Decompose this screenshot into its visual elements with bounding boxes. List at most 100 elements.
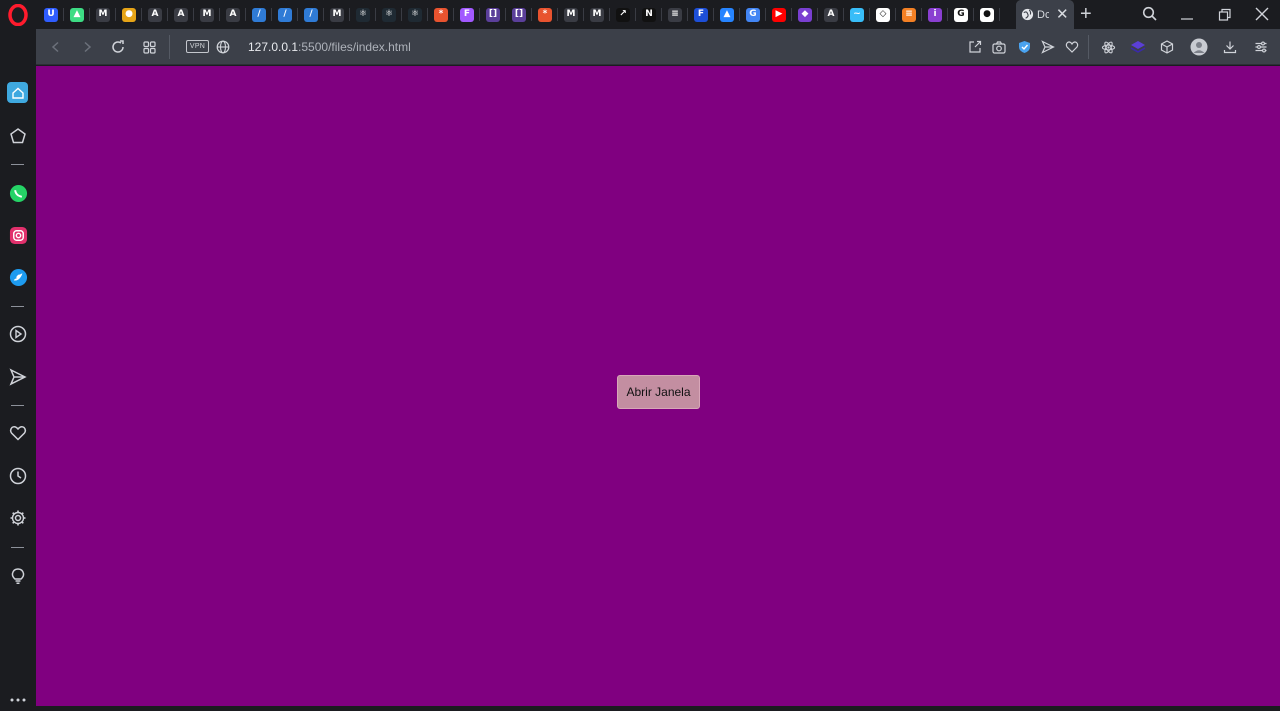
grid-icon — [142, 40, 156, 54]
share-button[interactable] — [966, 38, 984, 56]
react-icon: ⚛ — [356, 7, 370, 22]
globe-icon — [216, 40, 230, 54]
react-devtools-button[interactable] — [1099, 38, 1117, 56]
pinned-tab[interactable]: G — [948, 0, 974, 29]
twitter-button[interactable] — [7, 266, 29, 288]
sidebar-divider — [11, 164, 24, 165]
pinned-tab[interactable]: / — [298, 0, 324, 29]
pinned-tab[interactable]: ⚛ — [350, 0, 376, 29]
pinned-tab[interactable]: i — [922, 0, 948, 29]
heart-icon — [9, 426, 27, 441]
tab-grid-button[interactable] — [140, 38, 158, 56]
extensions-button[interactable] — [1158, 38, 1176, 56]
settings-button[interactable] — [7, 507, 29, 529]
pinned-tab[interactable]: * — [532, 0, 558, 29]
react-icon: ⚛ — [382, 7, 396, 22]
restore-icon[interactable] — [1218, 8, 1232, 22]
send-icon — [9, 368, 27, 386]
send-button[interactable] — [7, 366, 29, 388]
pinned-tab[interactable]: [] — [480, 0, 506, 29]
close-tab-icon[interactable]: ✕ — [1056, 7, 1069, 22]
whatsapp-button[interactable] — [7, 182, 29, 204]
pinned-tab[interactable]: / — [272, 0, 298, 29]
pinned-tab[interactable]: ↗ — [610, 0, 636, 29]
pinned-tab[interactable]: U — [38, 0, 64, 29]
pinned-tab[interactable]: A — [168, 0, 194, 29]
reload-button[interactable] — [109, 38, 127, 56]
pinned-tab[interactable]: N — [636, 0, 662, 29]
site-info-button[interactable] — [214, 38, 232, 56]
pinned-tab[interactable]: ◇ — [870, 0, 896, 29]
pinned-tab[interactable]: ⚛ — [376, 0, 402, 29]
figma-icon: F — [460, 7, 474, 22]
minimize-icon[interactable] — [1180, 8, 1194, 22]
pinned-tab[interactable]: F — [688, 0, 714, 29]
pinned-tab[interactable]: ▶ — [766, 0, 792, 29]
react-icon: ⚛ — [408, 7, 422, 22]
pinned-tab[interactable]: M — [584, 0, 610, 29]
sidebar-more-button[interactable] — [7, 689, 29, 711]
pinned-tab[interactable]: ≡ — [662, 0, 688, 29]
pinned-tab[interactable]: G — [740, 0, 766, 29]
easy-setup-button[interactable] — [1252, 38, 1270, 56]
pinned-tab[interactable]: F — [454, 0, 480, 29]
home-button[interactable] — [7, 82, 28, 103]
extension-layers-button[interactable] — [1129, 38, 1147, 56]
pinned-tab[interactable]: A — [220, 0, 246, 29]
profile-button[interactable] — [1190, 38, 1208, 56]
pinned-tab[interactable]: M — [324, 0, 350, 29]
pinned-tab[interactable]: ▲ — [714, 0, 740, 29]
active-tab[interactable]: Dc ✕ — [1016, 0, 1074, 29]
angular-bracket-icon: A — [226, 7, 240, 22]
pinned-tab[interactable]: A — [818, 0, 844, 29]
medium-icon: M — [590, 7, 604, 22]
pinned-tab[interactable]: ▲ — [64, 0, 90, 29]
whatsapp-icon — [9, 184, 27, 202]
lightbulb-icon — [11, 568, 25, 584]
open-window-button[interactable]: Abrir Janela — [617, 375, 700, 409]
vpn-badge[interactable]: VPN — [186, 40, 209, 53]
new-tab-button[interactable]: + — [1080, 4, 1092, 24]
pinned-tab[interactable]: ● — [974, 0, 1000, 29]
speed-dial-button[interactable] — [7, 125, 29, 147]
more-icon — [10, 698, 26, 702]
pinned-tab[interactable]: M — [90, 0, 116, 29]
bookmark-button[interactable] — [1063, 38, 1081, 56]
pinned-tab[interactable]: / — [246, 0, 272, 29]
pinned-tab[interactable]: ~ — [844, 0, 870, 29]
url-field[interactable]: 127.0.0.1:5500/files/index.html — [248, 40, 411, 54]
speed-dial-icon — [10, 128, 26, 144]
close-window-icon[interactable] — [1255, 7, 1269, 21]
player-button[interactable] — [7, 323, 29, 345]
share-icon — [969, 40, 982, 53]
layers-icon — [1130, 41, 1146, 53]
pinned-tab[interactable]: M — [558, 0, 584, 29]
uniswap-icon: U — [44, 7, 58, 22]
pinned-tab[interactable]: * — [428, 0, 454, 29]
adblock-button[interactable] — [1015, 38, 1033, 56]
history-button[interactable] — [7, 465, 29, 487]
forward-button[interactable] — [78, 38, 96, 56]
player-icon — [9, 325, 27, 343]
search-tabs-icon[interactable] — [1142, 6, 1158, 22]
send-page-button[interactable] — [1039, 38, 1057, 56]
pinned-tab[interactable]: ● — [116, 0, 142, 29]
back-button[interactable] — [47, 38, 65, 56]
android-icon: ▲ — [70, 7, 84, 22]
pinned-tab[interactable]: [] — [506, 0, 532, 29]
pinned-tab[interactable]: ⚛ — [402, 0, 428, 29]
opera-logo-icon[interactable] — [8, 4, 28, 26]
favorites-button[interactable] — [7, 422, 29, 444]
pinned-tab[interactable]: ◆ — [792, 0, 818, 29]
medium-icon: M — [330, 7, 344, 22]
pinned-tab[interactable]: M — [194, 0, 220, 29]
pinned-tab[interactable]: ≡ — [896, 0, 922, 29]
tips-button[interactable] — [7, 565, 29, 587]
notion-icon: N — [642, 7, 656, 22]
pinned-tab[interactable]: A — [142, 0, 168, 29]
downloads-button[interactable] — [1221, 38, 1239, 56]
bracket-icon: [] — [486, 7, 500, 22]
snapshot-button[interactable] — [990, 38, 1008, 56]
instagram-button[interactable] — [7, 224, 29, 246]
angular-bracket-icon: A — [174, 7, 188, 22]
